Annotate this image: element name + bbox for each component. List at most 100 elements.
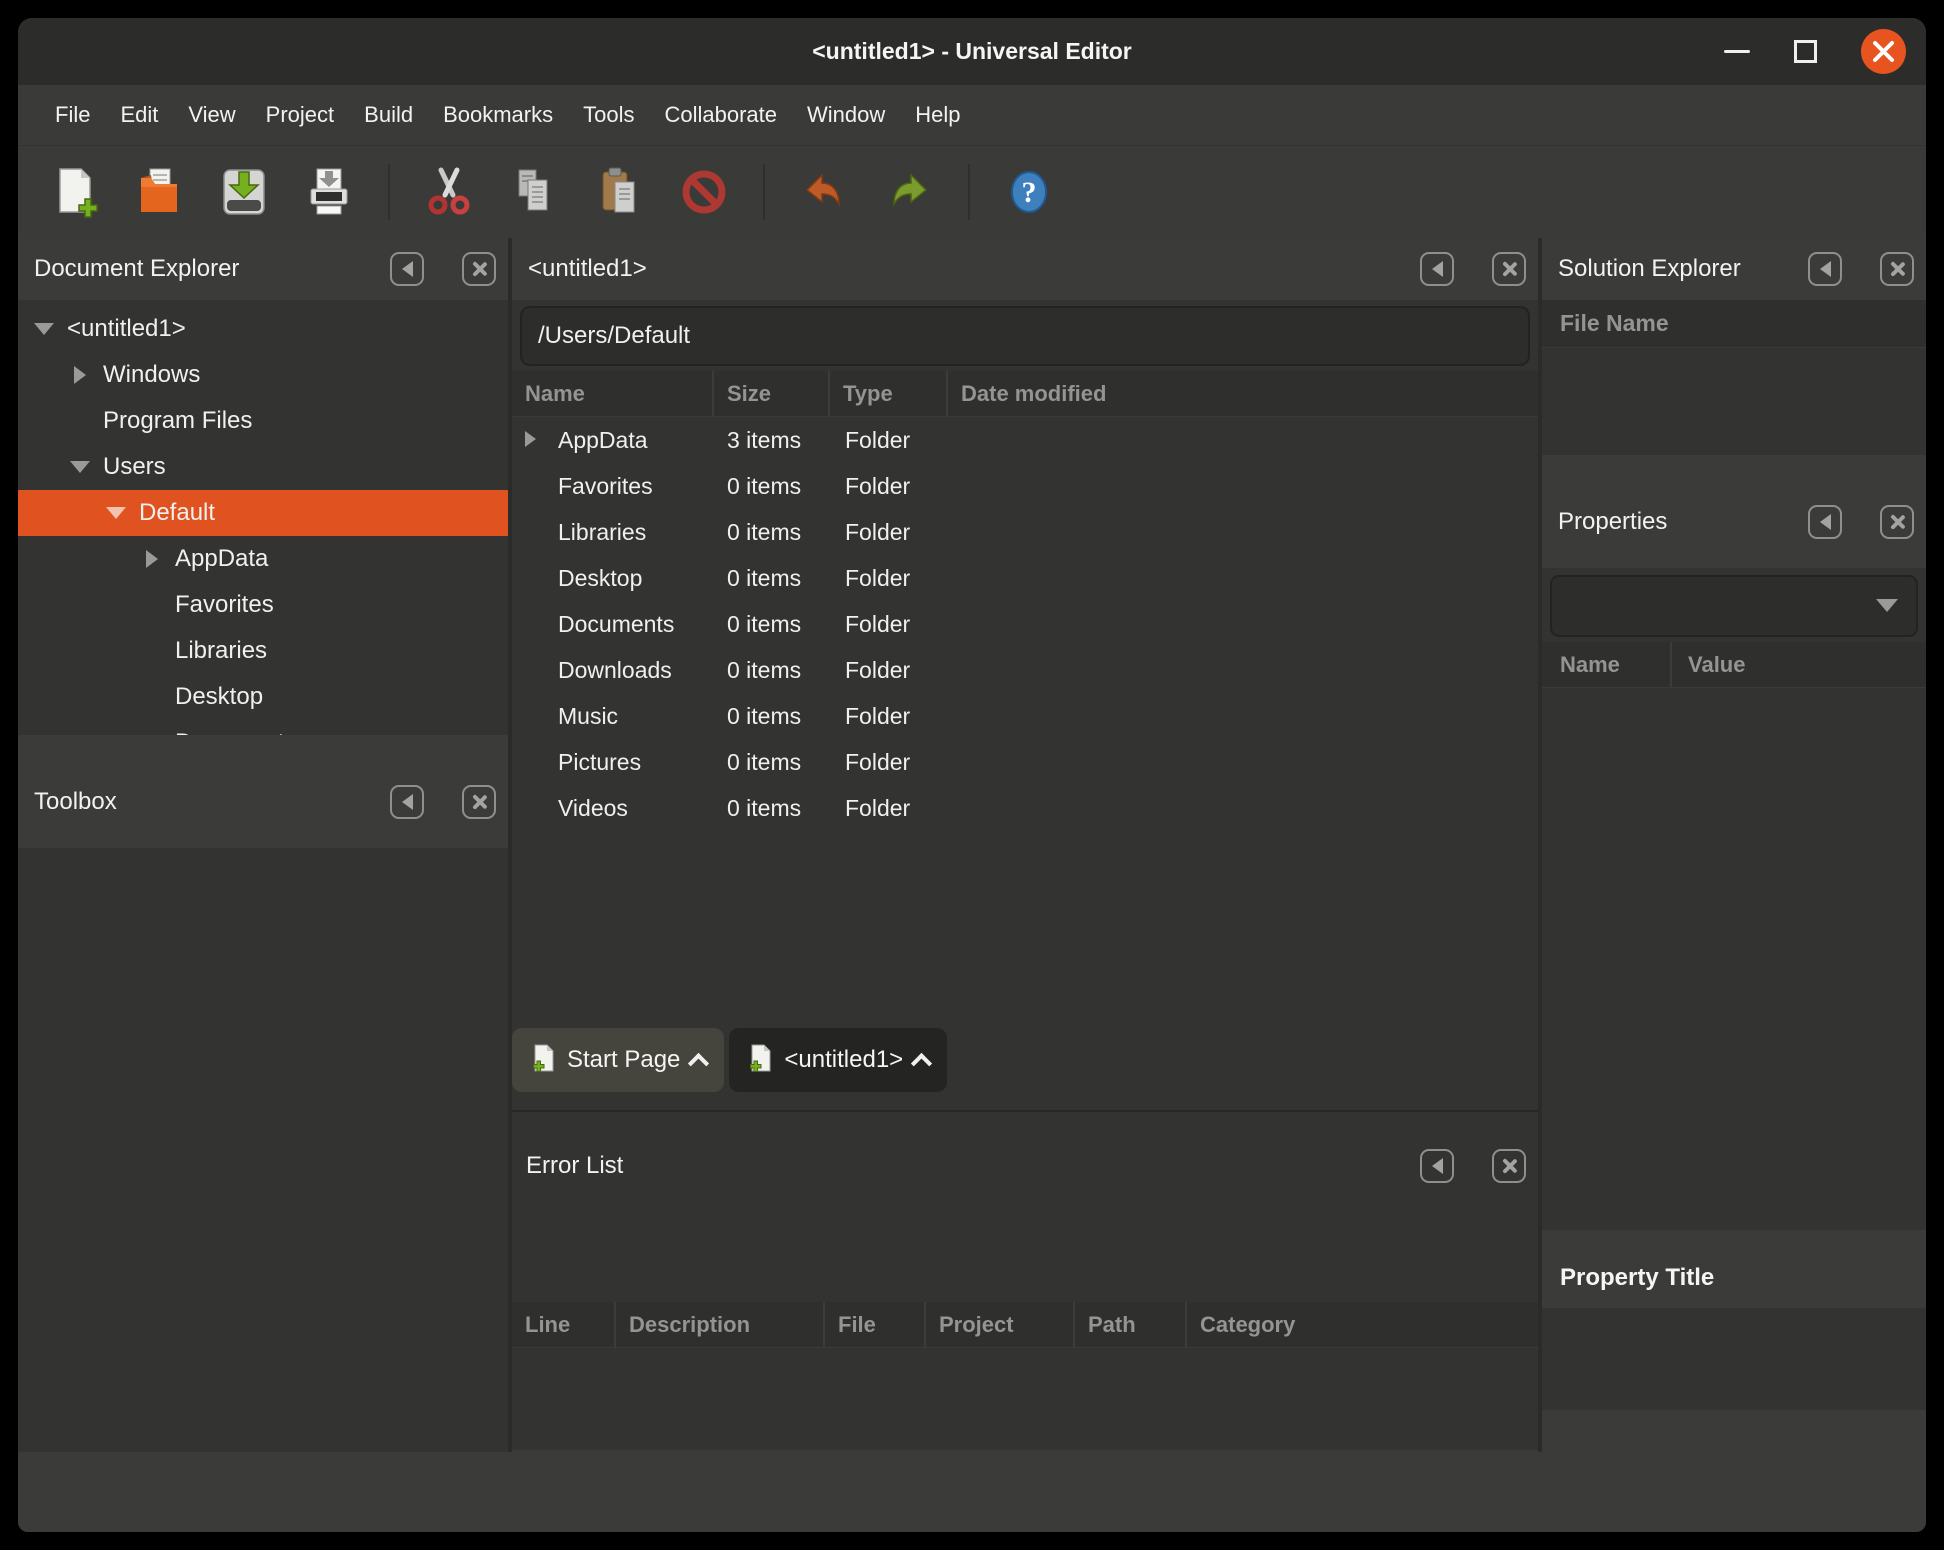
close-panel-icon (1889, 261, 1905, 277)
solution-explorer-close-button[interactable] (1880, 252, 1914, 286)
file-row-appdata[interactable]: AppData3 itemsFolder (512, 417, 1538, 463)
menu-project[interactable]: Project (251, 85, 349, 145)
tree-item-program-files[interactable]: Program Files (18, 398, 508, 444)
editor-collapse-button[interactable] (1420, 252, 1454, 286)
column-header-size[interactable]: Size (714, 371, 830, 416)
paste-icon (594, 166, 644, 218)
column-header-name[interactable]: Name (512, 371, 714, 416)
new-file-button[interactable] (48, 165, 100, 219)
menu-build[interactable]: Build (349, 85, 428, 145)
menu-edit[interactable]: Edit (105, 85, 173, 145)
document-explorer-close-button[interactable] (462, 252, 496, 286)
file-list: AppData3 itemsFolderFavorites0 itemsFold… (512, 417, 1538, 1028)
solution-explorer-header: Solution Explorer (1542, 238, 1926, 300)
tab-untitled1[interactable]: <untitled1> (729, 1028, 947, 1092)
solution-explorer-collapse-button[interactable] (1808, 252, 1842, 286)
file-row-downloads[interactable]: Downloads0 itemsFolder (512, 647, 1538, 693)
tree-item-desktop[interactable]: Desktop (18, 674, 508, 720)
tree-item-windows[interactable]: Windows (18, 352, 508, 398)
error-list-collapse-button[interactable] (1420, 1149, 1454, 1183)
editor-close-button[interactable] (1492, 252, 1526, 286)
open-file-button[interactable] (133, 165, 185, 219)
error-column-header-description[interactable]: Description (616, 1302, 825, 1347)
panel-splitter[interactable] (18, 735, 508, 755)
file-table-header: NameSizeTypeDate modified (512, 371, 1538, 417)
tree-item-default[interactable]: Default (18, 490, 508, 536)
save-file-button[interactable] (218, 165, 270, 219)
toolbox-collapse-button[interactable] (390, 785, 424, 819)
file-row-music[interactable]: Music0 itemsFolder (512, 693, 1538, 739)
minimize-button[interactable] (1724, 18, 1750, 85)
column-header-date-modified[interactable]: Date modified (948, 371, 1538, 416)
error-column-header-category[interactable]: Category (1187, 1302, 1538, 1347)
path-input[interactable] (520, 306, 1530, 366)
menu-bookmarks[interactable]: Bookmarks (428, 85, 568, 145)
file-size-cell: 3 items (714, 427, 830, 454)
toolbox-close-button[interactable] (462, 785, 496, 819)
copy-button[interactable] (508, 165, 560, 219)
file-row-documents[interactable]: Documents0 itemsFolder (512, 601, 1538, 647)
document-explorer-collapse-button[interactable] (390, 252, 424, 286)
redo-button[interactable] (883, 165, 935, 219)
toolbar: ? (18, 145, 1926, 238)
stop-button[interactable] (678, 165, 730, 219)
menu-window[interactable]: Window (792, 85, 900, 145)
property-title-label: Property Title (1542, 1248, 1926, 1308)
file-row-libraries[interactable]: Libraries0 itemsFolder (512, 509, 1538, 555)
file-name-label: Documents (558, 611, 674, 637)
file-row-desktop[interactable]: Desktop0 itemsFolder (512, 555, 1538, 601)
document-explorer-panel: Document Explorer <untitled1>WindowsProg… (18, 238, 508, 735)
property-column-header-value[interactable]: Value (1672, 642, 1926, 687)
undo-icon (799, 166, 849, 218)
file-type-cell: Folder (830, 611, 948, 638)
toolbar-separator (388, 164, 390, 220)
file-size-cell: 0 items (714, 657, 830, 684)
help-button[interactable]: ? (1003, 165, 1055, 219)
title-bar[interactable]: <untitled1> - Universal Editor (18, 18, 1926, 85)
maximize-button[interactable] (1794, 18, 1817, 85)
tree-item-users[interactable]: Users (18, 444, 508, 490)
menu-help[interactable]: Help (900, 85, 975, 145)
file-name-label: Pictures (558, 749, 641, 775)
menu-collaborate[interactable]: Collaborate (649, 85, 792, 145)
close-button[interactable] (1861, 29, 1906, 74)
chevron-up-icon (911, 1053, 932, 1074)
file-name-label: Videos (558, 795, 628, 821)
column-header-type[interactable]: Type (830, 371, 948, 416)
menu-tools[interactable]: Tools (568, 85, 649, 145)
menu-file[interactable]: File (40, 85, 105, 145)
tree-item-appdata[interactable]: AppData (18, 536, 508, 582)
print-button[interactable] (303, 165, 355, 219)
close-panel-icon (471, 261, 487, 277)
tree-item-documents[interactable]: Documents (18, 720, 508, 735)
file-name-label: Libraries (558, 519, 646, 545)
error-list-close-button[interactable] (1492, 1149, 1526, 1183)
properties-selector[interactable] (1550, 575, 1918, 637)
panel-splitter[interactable] (1542, 1230, 1926, 1248)
file-row-favorites[interactable]: Favorites0 itemsFolder (512, 463, 1538, 509)
property-column-header-name[interactable]: Name (1542, 642, 1672, 687)
tree-item-label: <untitled1> (67, 315, 186, 343)
panel-splitter[interactable] (1542, 455, 1926, 475)
chevron-down-icon (32, 323, 56, 335)
error-column-header-path[interactable]: Path (1075, 1302, 1187, 1347)
file-row-videos[interactable]: Videos0 itemsFolder (512, 785, 1538, 831)
chevron-right-icon[interactable] (525, 431, 536, 447)
tab-start-page[interactable]: Start Page (512, 1028, 724, 1092)
center-dock: <untitled1> NameSizeTypeDate modified Ap… (512, 238, 1538, 1452)
properties-close-button[interactable] (1880, 505, 1914, 539)
error-column-header-line[interactable]: Line (512, 1302, 616, 1347)
menu-view[interactable]: View (173, 85, 250, 145)
properties-collapse-button[interactable] (1808, 505, 1842, 539)
cut-button[interactable] (423, 165, 475, 219)
properties-panel: Properties NameValue (1542, 475, 1926, 1230)
tree-item-favorites[interactable]: Favorites (18, 582, 508, 628)
error-column-header-project[interactable]: Project (926, 1302, 1075, 1347)
error-column-header-file[interactable]: File (825, 1302, 926, 1347)
file-row-pictures[interactable]: Pictures0 itemsFolder (512, 739, 1538, 785)
paste-button[interactable] (593, 165, 645, 219)
undo-button[interactable] (798, 165, 850, 219)
file-type-cell: Folder (830, 749, 948, 776)
tree-item-libraries[interactable]: Libraries (18, 628, 508, 674)
tree-item-untitled1[interactable]: <untitled1> (18, 306, 508, 352)
